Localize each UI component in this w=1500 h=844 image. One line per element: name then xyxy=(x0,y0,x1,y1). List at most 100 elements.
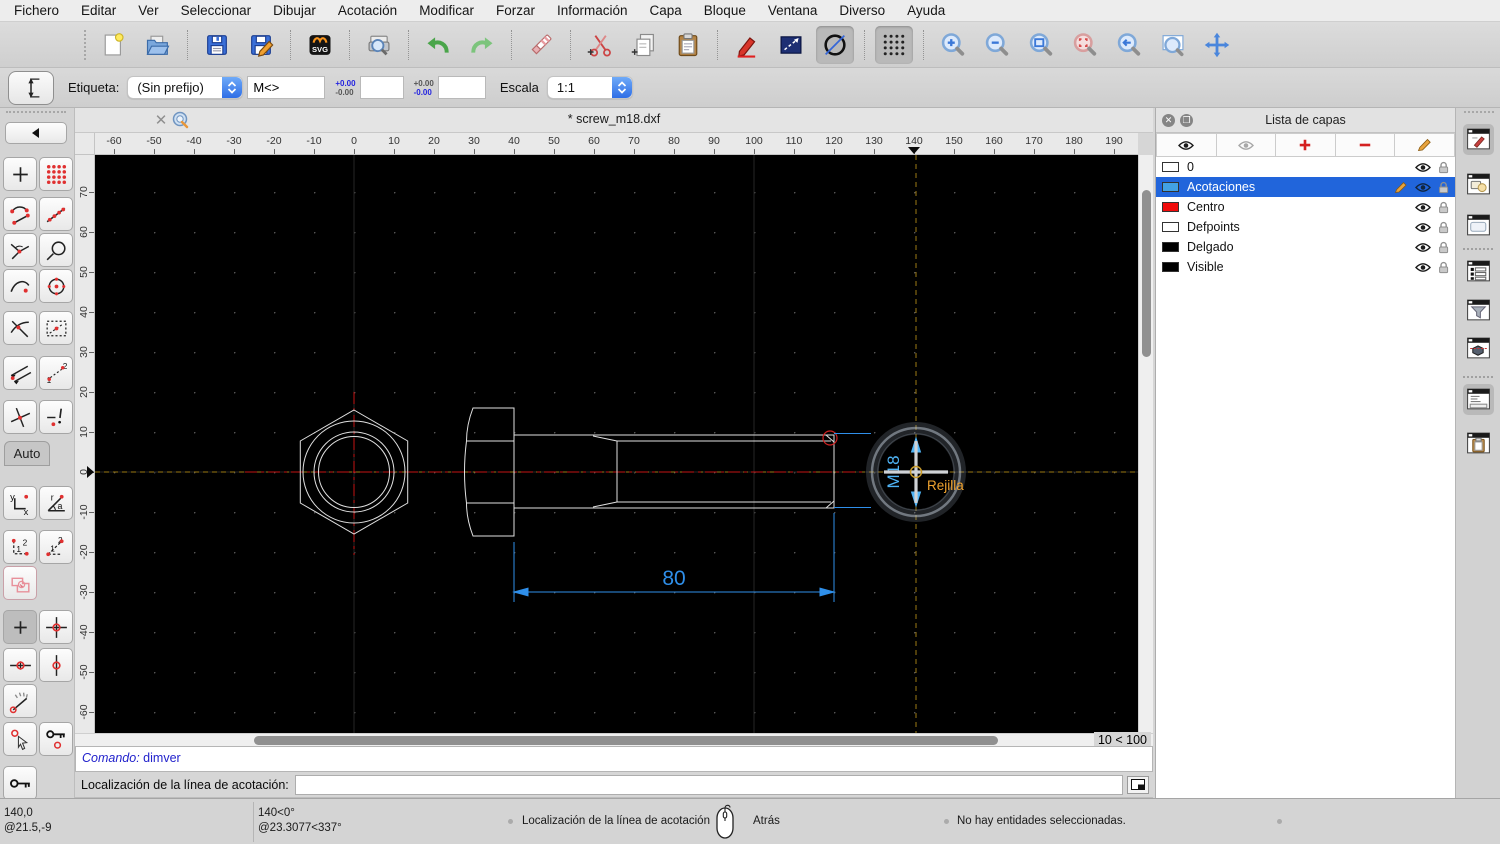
menu-dibujar[interactable]: Dibujar xyxy=(273,3,316,18)
layer-lock-icon[interactable] xyxy=(1438,241,1449,254)
layer-visibility-icon[interactable] xyxy=(1415,202,1431,213)
circle-tool-button[interactable] xyxy=(816,25,854,64)
remove-layer-button[interactable] xyxy=(1335,133,1396,157)
vertical-dimension-tool-button[interactable] xyxy=(8,70,54,105)
layer-visibility-icon[interactable] xyxy=(1415,222,1431,233)
menu-forzar[interactable]: Forzar xyxy=(496,3,535,18)
copy-button[interactable] xyxy=(625,26,663,64)
save-as-button[interactable] xyxy=(242,26,280,64)
snap-intersection-manual-button[interactable] xyxy=(39,311,73,345)
relative-zero-key-button[interactable] xyxy=(3,766,37,800)
dimension-label-input[interactable] xyxy=(247,76,326,99)
menu-ayuda[interactable]: Ayuda xyxy=(907,3,945,18)
zoom-window-button[interactable] xyxy=(1154,26,1192,64)
pick-point-button[interactable] xyxy=(3,722,37,756)
draw-pen-button[interactable] xyxy=(728,26,766,64)
snap-distance-button[interactable] xyxy=(3,269,37,303)
list-panel-button[interactable] xyxy=(1463,256,1494,287)
menu-ver[interactable]: Ver xyxy=(138,3,158,18)
menu-diverso[interactable]: Diverso xyxy=(839,3,885,18)
snap-center-point-button[interactable] xyxy=(39,269,73,303)
zoom-auto-button[interactable] xyxy=(1022,26,1060,64)
layer-row-0[interactable]: 0 xyxy=(1156,157,1455,177)
layer-row-defpoints[interactable]: Defpoints xyxy=(1156,217,1455,237)
menu-bloque[interactable]: Bloque xyxy=(704,3,746,18)
selection-tool-button[interactable] xyxy=(3,566,37,600)
clipboard-panel-button[interactable] xyxy=(1463,428,1494,459)
filter-panel-button[interactable] xyxy=(1463,295,1494,326)
sidebar-handle[interactable] xyxy=(6,111,66,113)
redo-button[interactable] xyxy=(463,26,501,64)
pan-button[interactable] xyxy=(1198,26,1236,64)
toolbar-handle[interactable] xyxy=(84,29,86,60)
snap-back-button[interactable] xyxy=(5,122,67,144)
zoom-previous-button[interactable] xyxy=(1110,26,1148,64)
zoom-selection-button[interactable] xyxy=(1066,26,1104,64)
print-preview-button[interactable] xyxy=(360,26,398,64)
paste-button[interactable] xyxy=(669,26,707,64)
dock-handle[interactable] xyxy=(1464,111,1494,113)
layer-lock-icon[interactable] xyxy=(1438,261,1449,274)
library-panel-button[interactable] xyxy=(1463,210,1494,241)
menu-acotación[interactable]: Acotación xyxy=(338,3,397,18)
menu-capa[interactable]: Capa xyxy=(650,3,682,18)
mark-horizontal-button[interactable] xyxy=(3,648,37,682)
snap-free-button[interactable] xyxy=(3,157,37,191)
prefix-select[interactable]: (Sin prefijo) xyxy=(127,76,244,99)
line-tool-button[interactable] xyxy=(772,26,810,64)
menu-editar[interactable]: Editar xyxy=(81,3,116,18)
undo-button[interactable] xyxy=(419,26,457,64)
tolerance-upper-input[interactable] xyxy=(359,76,404,99)
coord-relative-polar-button[interactable]: 12 xyxy=(39,530,73,564)
restrict-horizontal-button[interactable] xyxy=(3,400,37,434)
grid-toggle-button[interactable] xyxy=(875,25,913,64)
add-layer-button[interactable] xyxy=(1276,133,1336,157)
edit-layer-button[interactable] xyxy=(1395,133,1455,157)
layer-lock-icon[interactable] xyxy=(1438,161,1449,174)
snap-grid-button[interactable] xyxy=(39,157,73,191)
zoom-out-button[interactable] xyxy=(978,26,1016,64)
block-panel-button[interactable] xyxy=(1463,169,1494,200)
coord-polar-button[interactable]: ra xyxy=(39,486,73,520)
coord-cartesian-button[interactable]: yx xyxy=(3,486,37,520)
mark-vertical-button[interactable] xyxy=(39,648,73,682)
layer-row-centro[interactable]: Centro xyxy=(1156,197,1455,217)
layer-row-visible[interactable]: Visible xyxy=(1156,257,1455,277)
menu-fichero[interactable]: Fichero xyxy=(14,3,59,18)
show-all-layers-button[interactable] xyxy=(1156,133,1217,157)
menu-información[interactable]: Información xyxy=(557,3,628,18)
layer-row-acotaciones[interactable]: Acotaciones xyxy=(1156,177,1455,197)
hide-all-layers-button[interactable] xyxy=(1216,133,1277,157)
angle-gauge-button[interactable] xyxy=(3,684,37,718)
layer-visibility-icon[interactable] xyxy=(1415,242,1431,253)
restrict-points-button[interactable]: 12 xyxy=(39,356,73,390)
vertical-scrollbar-thumb[interactable] xyxy=(1141,190,1151,357)
snap-endpoints-button[interactable] xyxy=(3,197,37,231)
menu-modificar[interactable]: Modificar xyxy=(419,3,474,18)
escala-select[interactable]: 1:1 xyxy=(546,76,633,99)
menu-seleccionar[interactable]: Seleccionar xyxy=(181,3,252,18)
delete-button[interactable] xyxy=(522,26,560,64)
restrict-vertical-button[interactable] xyxy=(39,400,73,434)
coord-relative-button[interactable]: 12 xyxy=(3,530,37,564)
vertical-scrollbar[interactable] xyxy=(1138,155,1153,733)
pen-panel-button[interactable] xyxy=(1463,124,1494,155)
new-document-button[interactable] xyxy=(95,26,133,64)
layer-row-delgado[interactable]: Delgado xyxy=(1156,237,1455,257)
snap-auto-button[interactable]: Auto xyxy=(4,441,50,466)
restrict-orthogonal-button[interactable] xyxy=(3,356,37,390)
horizontal-scrollbar[interactable]: 10 < 100 xyxy=(75,732,1153,748)
horizontal-scrollbar-thumb[interactable] xyxy=(254,736,998,745)
drawing-canvas[interactable]: 80 M18 Rejilla xyxy=(95,155,1138,733)
mark-plus-button[interactable] xyxy=(3,610,37,644)
snap-center-button[interactable] xyxy=(3,233,37,267)
layer-visibility-icon[interactable] xyxy=(1415,182,1431,193)
tolerance-lower-input[interactable] xyxy=(437,76,486,99)
save-button[interactable] xyxy=(198,26,236,64)
lock-relative-zero-button[interactable] xyxy=(39,722,73,756)
block-list-panel-button[interactable] xyxy=(1463,333,1494,364)
mark-target-button[interactable] xyxy=(39,610,73,644)
command-input[interactable] xyxy=(294,774,1123,795)
layer-visibility-icon[interactable] xyxy=(1415,262,1431,273)
edit-layer-icon[interactable] xyxy=(1394,181,1408,194)
